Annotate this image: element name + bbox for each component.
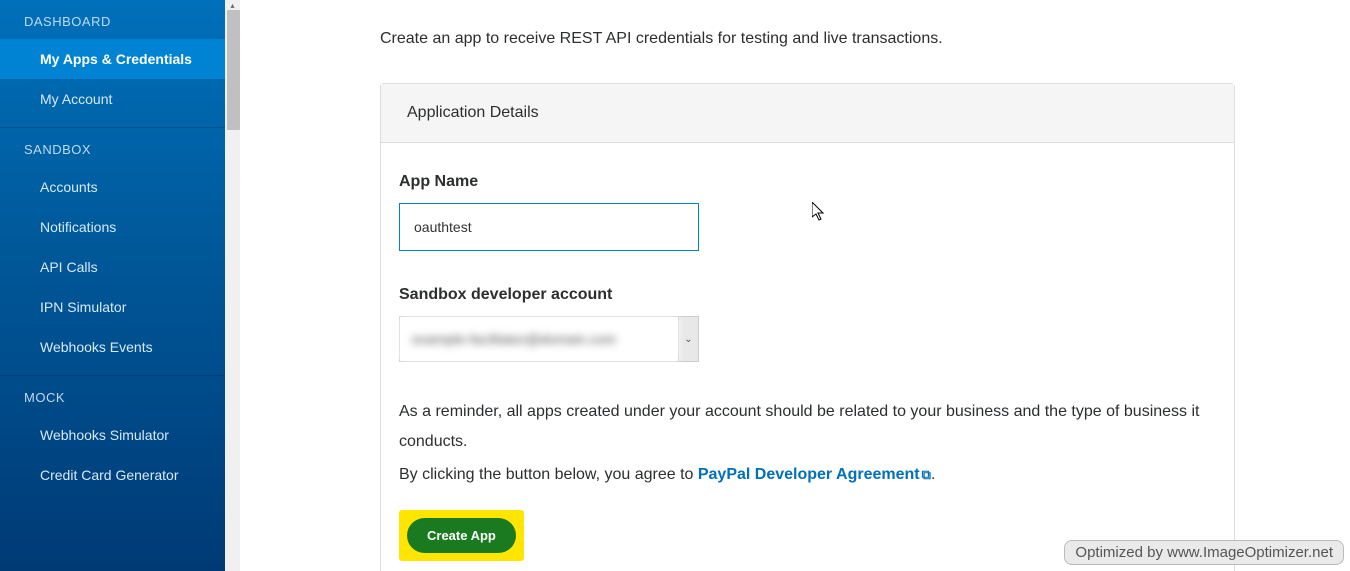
nav-section-sandbox: SANDBOX (0, 128, 240, 167)
sidebar-item-webhooks-events[interactable]: Webhooks Events (0, 327, 240, 367)
external-link-icon: ⧉ (922, 463, 931, 488)
intro-text: Create an app to receive REST API creden… (380, 30, 1290, 48)
scrollbar-up-arrow[interactable]: ▴ (225, 0, 240, 10)
nav-section-dashboard: DASHBOARD (0, 0, 240, 39)
application-details-panel: Application Details App Name Sandbox dev… (380, 83, 1235, 571)
sidebar-item-accounts[interactable]: Accounts (0, 167, 240, 207)
watermark: Optimized by www.ImageOptimizer.net (1064, 540, 1344, 565)
panel-title: Application Details (381, 84, 1234, 143)
button-highlight: Create App (399, 510, 524, 561)
scrollbar-track[interactable]: ▴ (225, 0, 240, 571)
app-name-label: App Name (399, 173, 1216, 191)
agreement-suffix: . (931, 466, 935, 483)
main-content: Create an app to receive REST API creden… (240, 0, 1350, 571)
reminder-text: As a reminder, all apps created under yo… (399, 397, 1216, 458)
scrollbar-thumb[interactable] (227, 10, 240, 130)
sandbox-account-label: Sandbox developer account (399, 286, 1216, 304)
developer-agreement-link[interactable]: PayPal Developer Agreement⧉ (698, 466, 931, 483)
sandbox-account-select[interactable]: example-facilitator@domain.com ⌄ (399, 316, 699, 362)
chevron-down-icon: ⌄ (678, 317, 698, 361)
sidebar-item-api-calls[interactable]: API Calls (0, 247, 240, 287)
sandbox-account-value: example-facilitator@domain.com (400, 317, 678, 361)
sidebar: ▴ DASHBOARD My Apps & Credentials My Acc… (0, 0, 240, 571)
sidebar-item-credit-card-generator[interactable]: Credit Card Generator (0, 455, 240, 495)
sidebar-item-my-apps[interactable]: My Apps & Credentials (0, 39, 240, 79)
app-name-input[interactable] (399, 203, 699, 251)
agreement-text: By clicking the button below, you agree … (399, 460, 1216, 490)
nav-section-mock: MOCK (0, 376, 240, 415)
agreement-prefix: By clicking the button below, you agree … (399, 466, 698, 483)
create-app-button[interactable]: Create App (407, 518, 516, 553)
sidebar-item-my-account[interactable]: My Account (0, 79, 240, 119)
sidebar-item-notifications[interactable]: Notifications (0, 207, 240, 247)
sidebar-item-webhooks-simulator[interactable]: Webhooks Simulator (0, 415, 240, 455)
sidebar-item-ipn-simulator[interactable]: IPN Simulator (0, 287, 240, 327)
